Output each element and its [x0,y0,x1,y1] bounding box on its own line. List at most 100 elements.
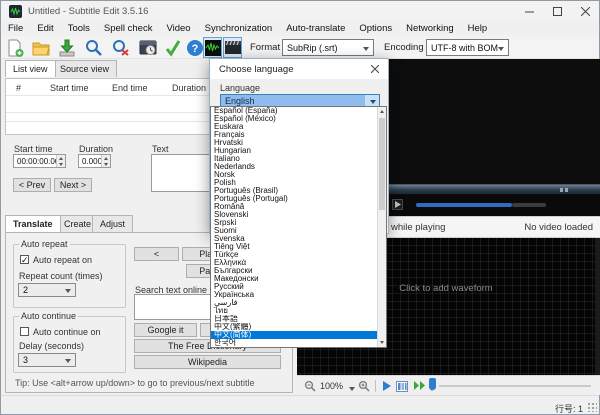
tab-adjust[interactable]: Adjust [92,215,133,232]
menu-item[interactable]: Spell check [97,21,160,36]
visual-sync-icon[interactable] [137,37,159,58]
waveform-scrollbar[interactable] [595,238,600,375]
google-it-button[interactable]: Google it [134,323,197,337]
repeat-count-select[interactable]: 2 [18,283,76,297]
waveform-toolbar: 100% [297,375,600,395]
auto-continue-checkbox[interactable] [20,327,29,336]
video-toggle-icon[interactable] [223,37,242,58]
language-option[interactable]: Ελληνικά [211,259,377,267]
language-option[interactable]: Svenska [211,235,377,243]
dialog-title: Choose language [219,64,293,75]
waveform-play-icon[interactable] [382,380,392,395]
resize-grip[interactable] [587,402,597,412]
spell-check-icon[interactable] [162,37,184,58]
tab-source-view[interactable]: Source view [52,60,117,77]
replace-icon[interactable] [110,37,132,58]
menu-item[interactable]: Networking [399,21,461,36]
dialog-close-icon[interactable] [362,59,388,79]
delay-select[interactable]: 3 [18,353,76,367]
language-option[interactable]: Tiếng Việt [211,243,377,251]
menu-item[interactable]: Auto-translate [279,21,352,36]
language-option[interactable]: Українська [211,291,377,299]
menu-item[interactable]: Video [159,21,197,36]
language-option[interactable]: ไทย [211,307,377,315]
language-option[interactable]: Română [211,203,377,211]
next-button[interactable]: Next > [54,178,92,192]
chevron-down-icon[interactable] [349,387,355,391]
line-number-status: 行号: 1 [555,402,583,415]
language-option[interactable]: Български [211,267,377,275]
find-icon[interactable] [83,37,105,58]
language-option[interactable]: Suomi [211,227,377,235]
format-select[interactable]: SubRip (.srt) [282,39,374,56]
scroll-up-icon[interactable] [378,107,386,116]
tab-translate[interactable]: Translate [5,215,61,232]
language-option[interactable]: 中文(简体) [211,331,377,339]
zoom-out-icon[interactable] [304,380,316,395]
spectrogram-view-icon[interactable] [396,380,408,395]
scroll-down-icon[interactable] [378,338,386,347]
language-option[interactable]: Srpski [211,219,377,227]
language-option[interactable]: Euskara [211,123,377,131]
tab-list-view[interactable]: List view [5,60,56,77]
dropdown-scrollbar[interactable] [377,107,386,347]
duration-spinner[interactable]: 0.000 [78,154,111,168]
language-option[interactable]: 中文(繁體) [211,323,377,331]
encoding-select[interactable]: UTF-8 with BOM [426,39,509,56]
save-icon[interactable] [56,37,78,58]
column-header-end-time[interactable]: End time [112,83,148,93]
language-option[interactable]: Hrvatski [211,139,377,147]
column-header-duration[interactable]: Duration [172,83,206,93]
zoom-in-icon[interactable] [358,380,370,395]
waveform-toggle-icon[interactable] [203,37,222,58]
language-option[interactable]: Русский [211,283,377,291]
menu-item[interactable]: File [1,21,30,36]
column-header-number[interactable]: # [16,83,21,93]
language-option[interactable]: Türkçe [211,251,377,259]
language-option[interactable]: Italiano [211,155,377,163]
language-option[interactable]: Hungarian [211,147,377,155]
spinner-arrows-icon[interactable] [56,155,65,167]
menu-item[interactable]: Synchronization [198,21,280,36]
language-dropdown-list: Español (España)Español (México)EuskaraF… [210,106,387,348]
close-button[interactable] [571,1,599,21]
language-option[interactable]: Slovenski [211,211,377,219]
language-option[interactable]: Français [211,131,377,139]
new-file-icon[interactable] [4,37,26,58]
menu-item[interactable]: Help [461,21,495,36]
maximize-button[interactable] [543,1,571,21]
playback-speed-icon[interactable] [413,380,426,394]
video-play-icon[interactable] [392,199,403,210]
language-option[interactable]: Norsk [211,171,377,179]
auto-repeat-checkbox[interactable]: ✓ [20,255,29,264]
start-time-spinner[interactable]: 00:00:00.000 [13,154,66,168]
prev-button[interactable]: < Prev [13,178,51,192]
language-option[interactable]: Español (México) [211,115,377,123]
position-slider-track[interactable] [439,385,591,387]
open-file-icon[interactable] [30,37,52,58]
language-option[interactable]: 한국어 [211,339,377,347]
title-bar: Untitled - Subtitle Edit 3.5.16 [1,1,599,21]
language-label: Language [220,83,260,93]
back-button[interactable]: < [134,247,179,261]
menu-item[interactable]: Tools [61,21,97,36]
column-header-start-time[interactable]: Start time [50,83,89,93]
scrollbar-thumb[interactable] [379,118,385,210]
minimize-button[interactable] [515,1,543,21]
volume-slider[interactable] [416,203,512,207]
language-option[interactable]: Polish [211,179,377,187]
language-option[interactable]: Português (Brasil) [211,187,377,195]
wikipedia-button[interactable]: Wikipedia [134,355,281,369]
position-slider-handle[interactable] [429,378,436,390]
language-option[interactable]: Português (Portugal) [211,195,377,203]
language-option[interactable]: 日本語 [211,315,377,323]
menu-item[interactable]: Options [352,21,399,36]
waveform-zoom-value[interactable]: 100% [320,381,343,391]
menu-item[interactable]: Edit [30,21,60,36]
language-option[interactable]: Español (España) [211,107,377,115]
language-option[interactable]: Македонски [211,275,377,283]
language-option[interactable]: Nederlands [211,163,377,171]
language-option[interactable]: فارسي [211,299,377,307]
text-label: Text [152,144,169,154]
spinner-arrows-icon[interactable] [101,155,110,167]
